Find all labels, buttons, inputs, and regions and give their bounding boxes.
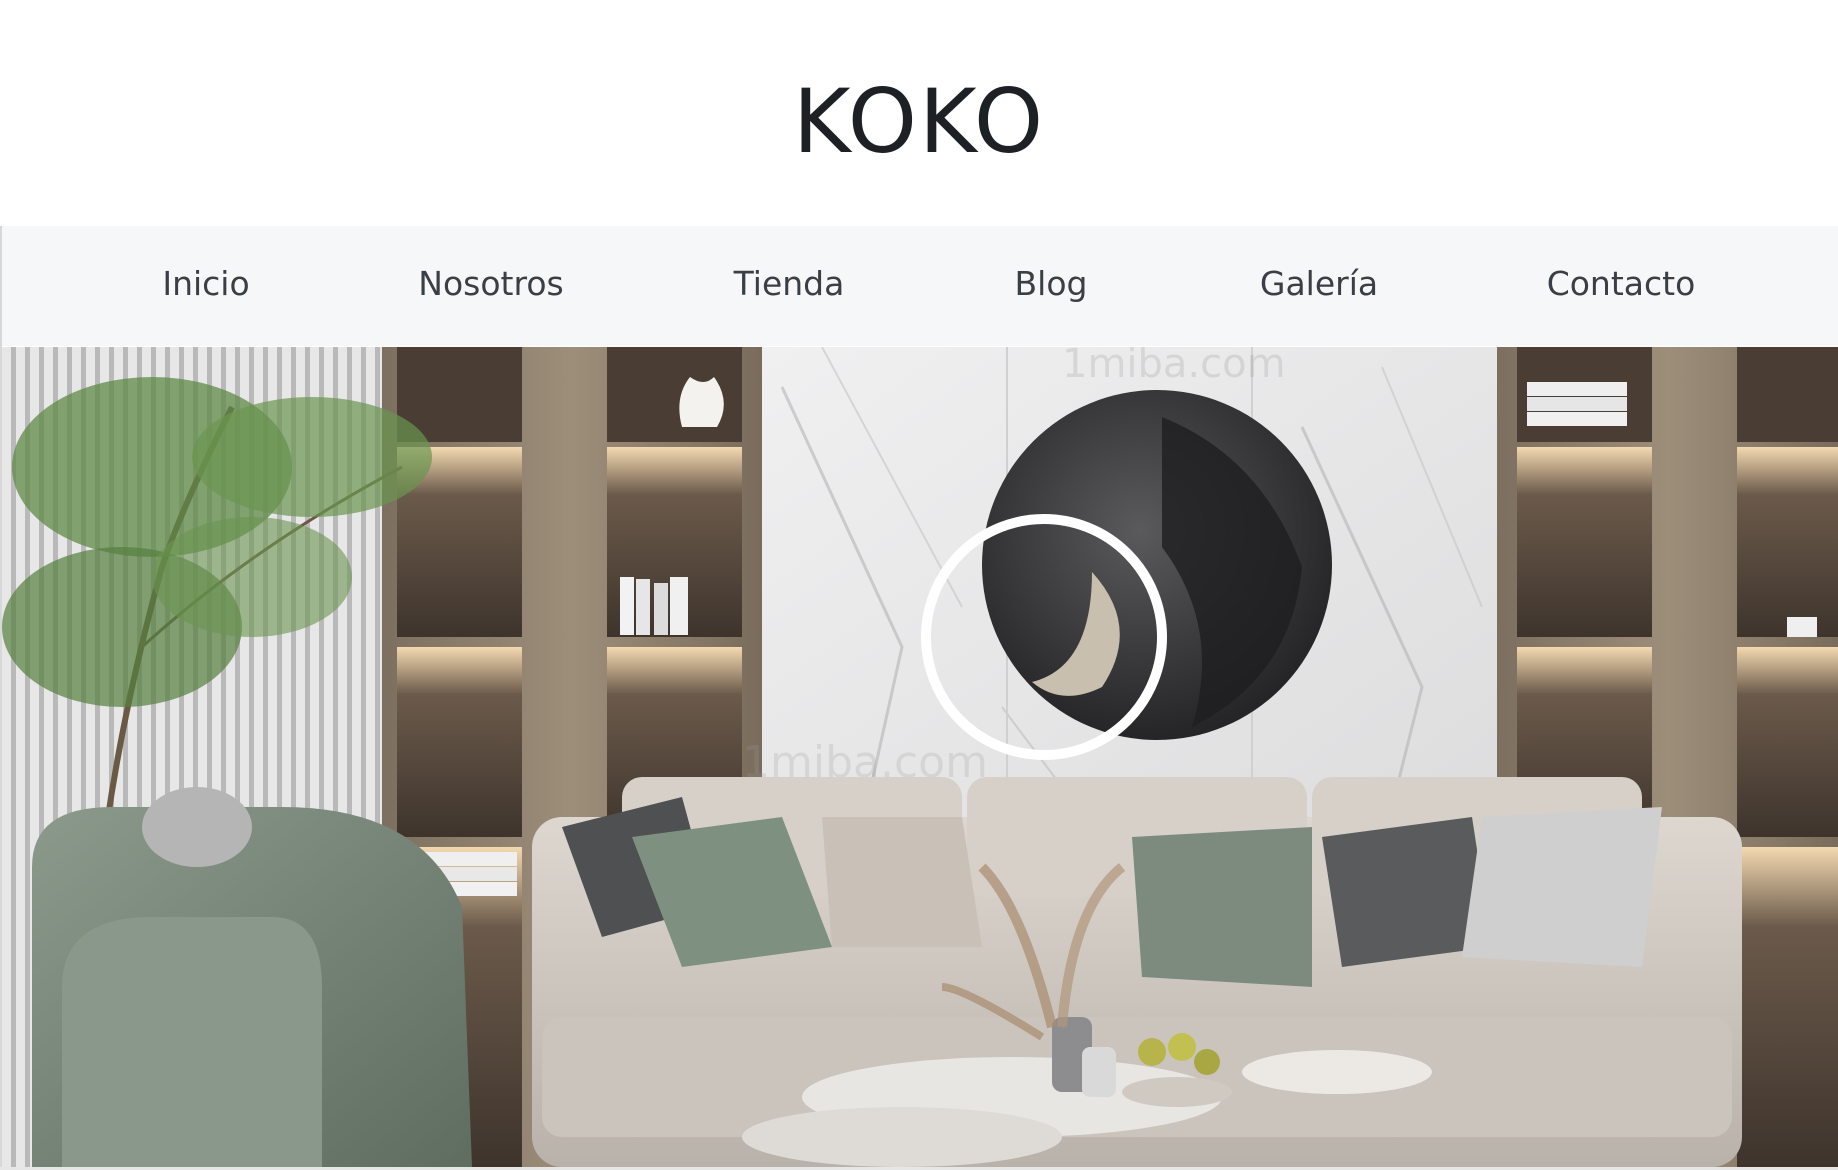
nav-item-inicio[interactable]: Inicio — [162, 264, 249, 303]
nav-item-blog[interactable]: Blog — [1015, 264, 1088, 303]
hero-watermark-top: 1miba.com — [1062, 347, 1286, 387]
nav-item-contacto[interactable]: Contacto — [1547, 264, 1696, 303]
nav-item-galeria[interactable]: Galería — [1260, 264, 1378, 303]
site-header: KOKO — [0, 0, 1838, 226]
nav-item-nosotros[interactable]: Nosotros — [418, 264, 563, 303]
hero-image: 1miba.com 1miba.com — [2, 347, 1838, 1167]
nav-item-tienda[interactable]: Tienda — [734, 264, 845, 303]
main-navigation: Inicio Nosotros Tienda Blog Galería Cont… — [2, 226, 1838, 346]
site-logo[interactable]: KOKO — [0, 70, 1838, 173]
page: KOKO Inicio Nosotros Tienda Blog Galería… — [0, 0, 1838, 1170]
